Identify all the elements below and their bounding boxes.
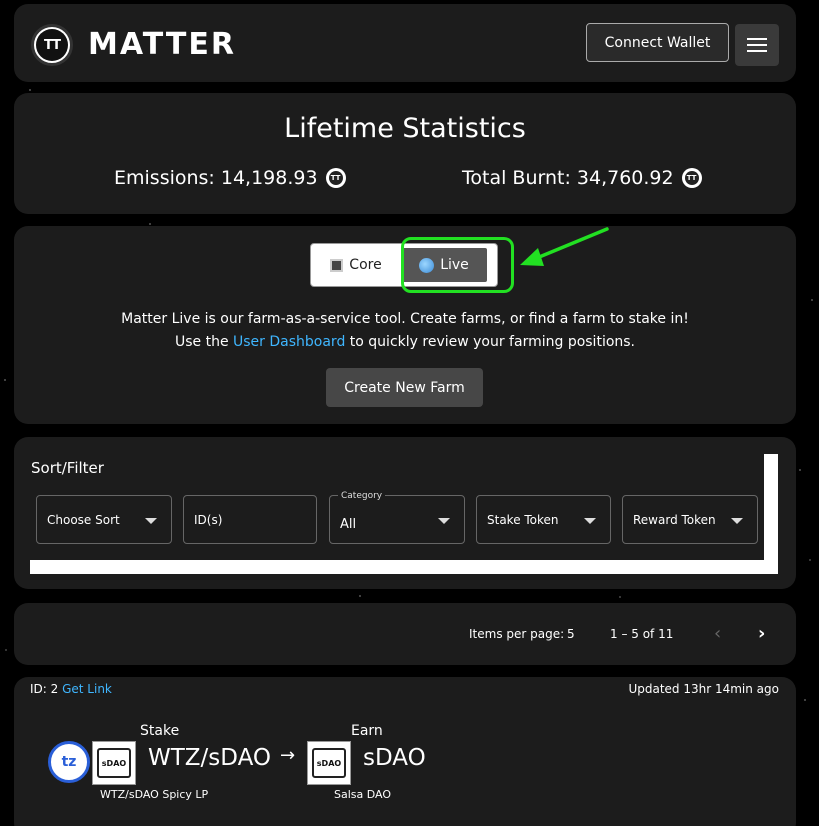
stake-sub-label: WTZ/sDAO Spicy LP (100, 788, 209, 801)
sort-filter-panel: Sort/Filter Choose Sort ID(s) Category A… (14, 437, 796, 589)
chevron-down-icon (584, 518, 596, 524)
stake-pair-name: WTZ/sDAO (148, 745, 272, 771)
lifetime-stats-panel: Lifetime Statistics Emissions: 14,198.93… (14, 93, 796, 214)
sdao-token-icon: sDAO (307, 741, 351, 785)
prev-page-button[interactable]: ‹ (714, 623, 721, 644)
connect-wallet-button[interactable]: Connect Wallet (586, 23, 729, 62)
arrow-right-icon: → (280, 745, 296, 766)
sort-select[interactable]: Choose Sort (36, 495, 172, 544)
items-per-page-select[interactable]: 5 (567, 627, 575, 641)
chevron-down-icon (731, 518, 743, 524)
earn-sub-label: Salsa DAO (334, 788, 392, 801)
stake-label: Stake (140, 723, 180, 739)
ids-input[interactable]: ID(s) (183, 495, 317, 544)
emissions-stat: Emissions: 14,198.93 TT (114, 167, 346, 189)
toggle-core-label: Core (349, 257, 382, 273)
burnt-stat: Total Burnt: 34,760.92 TT (462, 167, 702, 189)
pointer-arrow-icon (520, 227, 609, 266)
menu-button[interactable] (735, 24, 779, 66)
earn-token-name: sDAO (363, 745, 426, 771)
logo-text[interactable]: MATTER (88, 27, 236, 62)
live-description: Matter Live is our farm-as-a-service too… (14, 308, 796, 354)
user-dashboard-link[interactable]: User Dashboard (233, 334, 345, 350)
page-range: 1 – 5 of 11 (610, 627, 674, 641)
app-header: TT MATTER Connect Wallet (14, 4, 796, 82)
matter-logo-icon[interactable]: TT (31, 24, 73, 66)
matter-token-icon: TT (325, 168, 346, 188)
burnt-value: Total Burnt: 34,760.92 (462, 167, 674, 189)
chevron-down-icon (145, 518, 157, 524)
live-desc-pre: Use the (174, 334, 234, 350)
logo-mark: TT (36, 29, 68, 61)
sdao-mark: sDAO (312, 748, 346, 778)
hamburger-icon (747, 38, 767, 52)
core-square-icon (330, 258, 344, 272)
category-select[interactable]: Category All (329, 491, 465, 544)
category-value: All (340, 517, 357, 532)
highlight-ring (401, 237, 514, 293)
sort-select-value: Choose Sort (47, 512, 120, 527)
matter-token-icon: TT (681, 168, 702, 188)
farm-id-label: ID: 2 (30, 682, 59, 696)
sdao-token-icon: sDAO (92, 741, 136, 785)
tezos-token-icon: tz (48, 741, 90, 783)
live-desc-post: to quickly review your farming positions… (345, 334, 636, 350)
live-desc-line1: Matter Live is our farm-as-a-service too… (121, 311, 689, 327)
get-link[interactable]: Get Link (62, 682, 112, 696)
farm-updated: Updated 13hr 14min ago (628, 682, 779, 696)
earn-label: Earn (351, 723, 383, 739)
stats-title: Lifetime Statistics (284, 113, 526, 144)
ids-placeholder: ID(s) (194, 512, 223, 527)
sort-filter-title: Sort/Filter (31, 459, 104, 477)
live-panel: Core Live Matter Live is our farm-as-a-s… (14, 226, 796, 424)
chevron-down-icon (438, 518, 450, 524)
token-mark: TT (684, 171, 699, 185)
toggle-core[interactable]: Core (311, 244, 401, 286)
token-mark: TT (328, 171, 343, 185)
reward-token-select[interactable]: Reward Token (622, 495, 758, 544)
emissions-value: Emissions: 14,198.93 (114, 167, 318, 189)
farm-card[interactable]: ID: 2 Get Link Updated 13hr 14min ago St… (14, 677, 796, 826)
create-new-farm-button[interactable]: Create New Farm (326, 368, 483, 407)
items-per-page-label: Items per page: (469, 627, 565, 641)
stake-token-label: Stake Token (487, 512, 559, 527)
category-label: Category (338, 491, 386, 501)
live-desc-line2: Use the User Dashboard to quickly review… (14, 331, 796, 354)
farm-id: ID: 2 Get Link (30, 682, 112, 696)
stake-token-select[interactable]: Stake Token (476, 495, 611, 544)
next-page-button[interactable]: › (758, 623, 765, 644)
reward-token-label: Reward Token (633, 512, 716, 527)
pagination-bar: Items per page: 5 1 – 5 of 11 ‹ › (14, 603, 796, 665)
sdao-mark: sDAO (97, 748, 131, 778)
